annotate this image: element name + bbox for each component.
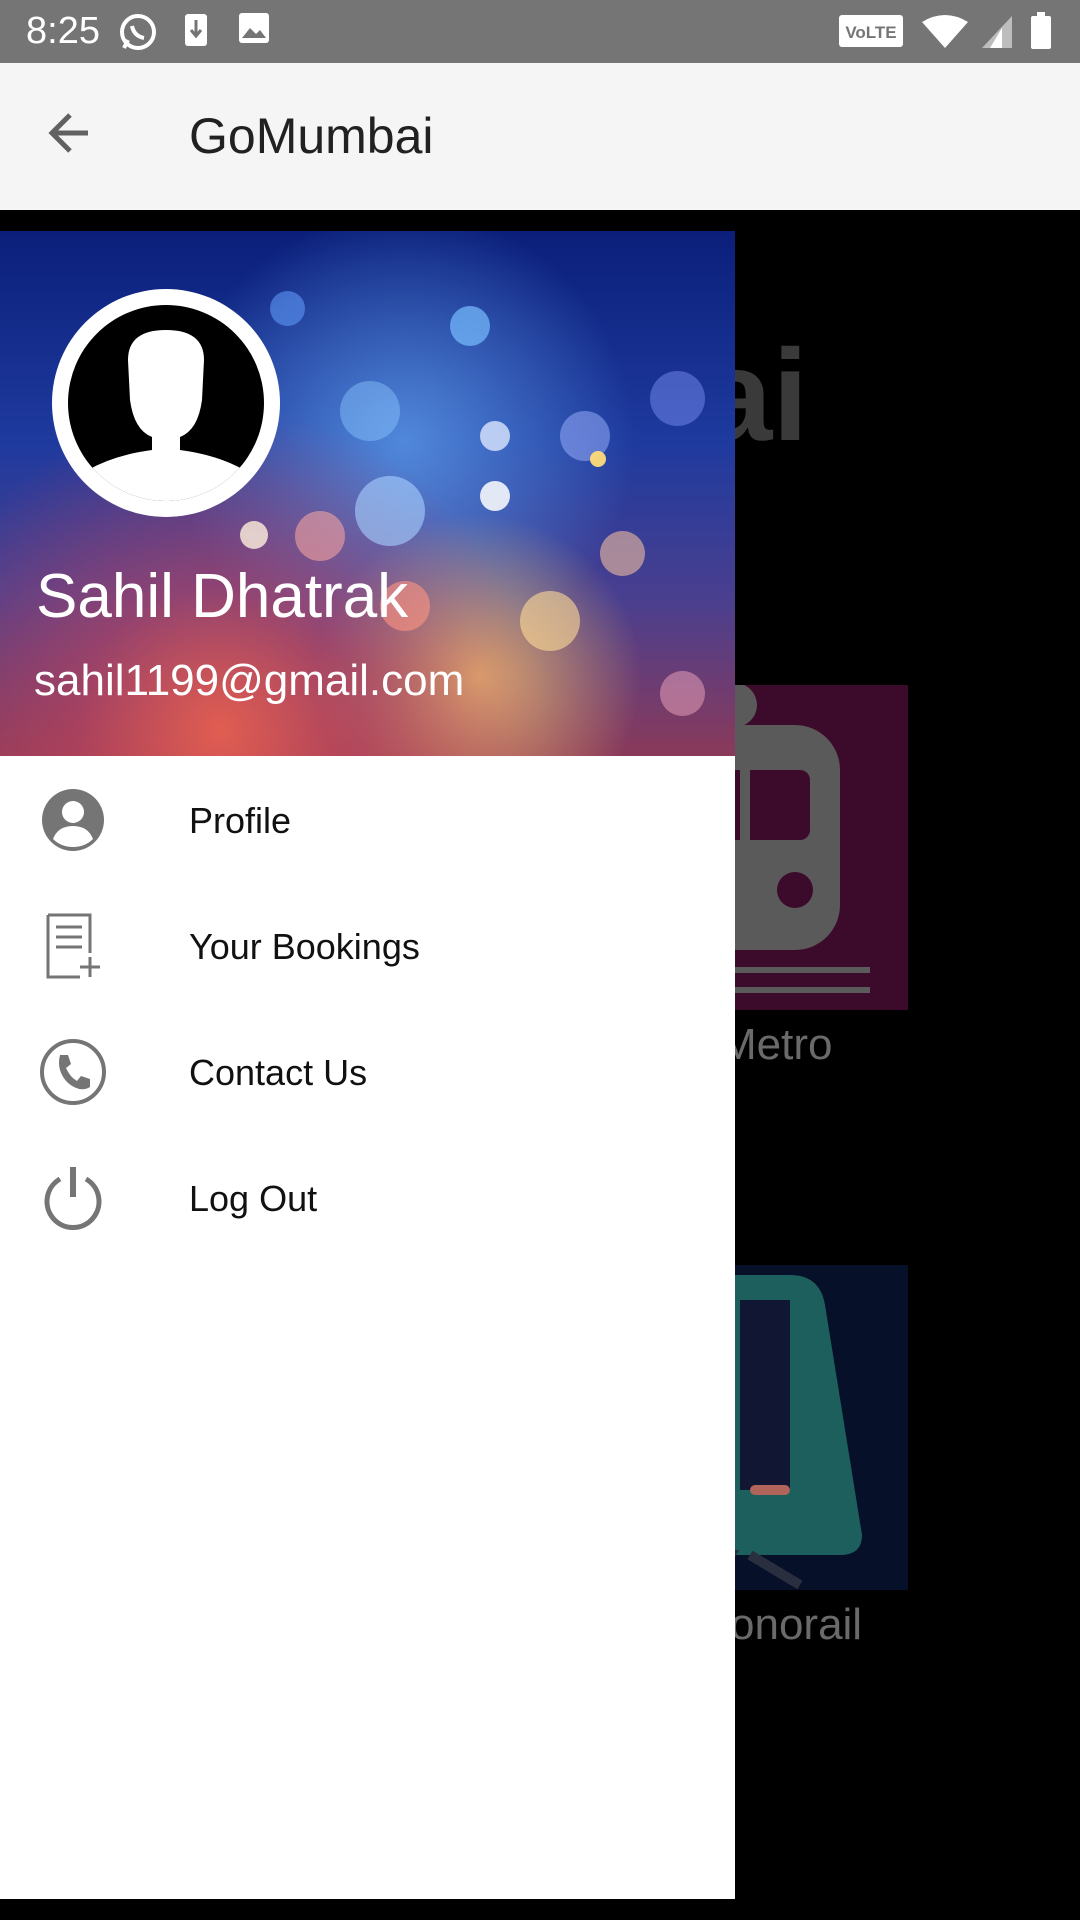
status-bar: 8:25 VoLTE — [0, 0, 1080, 63]
bokeh-light — [520, 591, 580, 651]
app-bar: GoMumbai — [0, 63, 1080, 210]
menu-item-label: Contact Us — [189, 1052, 368, 1093]
bokeh-light — [240, 521, 268, 549]
user-name: Sahil Dhatrak — [36, 562, 409, 631]
power-icon — [40, 1165, 106, 1231]
bokeh-light — [600, 531, 645, 576]
wifi-icon — [920, 14, 970, 55]
bokeh-light — [355, 476, 425, 546]
bokeh-light — [295, 511, 345, 561]
account-circle-icon — [40, 787, 106, 853]
bokeh-light — [650, 371, 705, 426]
menu-item-profile[interactable]: Profile — [0, 756, 735, 882]
app-title: GoMumbai — [189, 108, 434, 164]
download-icon — [183, 12, 209, 53]
image-icon — [238, 12, 270, 49]
volte-icon: VoLTE — [838, 14, 904, 53]
signal-icon — [980, 14, 1014, 55]
bokeh-light — [480, 421, 510, 451]
bokeh-light — [480, 481, 510, 511]
menu-item-label: Profile — [189, 800, 292, 841]
menu-item-log-out[interactable]: Log Out — [0, 1134, 735, 1260]
avatar[interactable] — [52, 289, 280, 517]
avatar-image — [68, 305, 264, 501]
user-email: sahil1199@gmail.com — [34, 656, 465, 705]
monorail-tile-label: onorail — [730, 1600, 863, 1649]
battery-icon — [1030, 12, 1052, 55]
drawer-header: Sahil Dhatrak sahil1199@gmail.com — [0, 231, 735, 756]
menu-item-label: Log Out — [189, 1178, 318, 1219]
document-add-icon — [40, 913, 106, 979]
bokeh-light — [450, 306, 490, 346]
menu-item-contact-us[interactable]: Contact Us — [0, 1008, 735, 1134]
menu-item-label: Your Bookings — [189, 926, 420, 967]
phone-icon — [40, 1039, 106, 1105]
menu-item-your-bookings[interactable]: Your Bookings — [0, 882, 735, 1008]
navigation-drawer: Sahil Dhatrak sahil1199@gmail.com Profil… — [0, 231, 735, 1899]
status-time: 8:25 — [26, 10, 100, 52]
whatsapp-icon — [118, 12, 158, 57]
bokeh-light — [660, 671, 705, 716]
user-silhouette-icon — [76, 330, 256, 501]
drawer-menu: Profile Your Bookings Contact Us Log Out — [0, 756, 735, 1260]
volte-text: VoLTE — [845, 23, 896, 42]
bokeh-light — [340, 381, 400, 441]
metro-tile-label: Metro — [720, 1020, 833, 1069]
back-button[interactable] — [40, 103, 100, 163]
bokeh-light — [270, 291, 305, 326]
arrow-back-icon — [48, 113, 88, 153]
bokeh-light — [590, 451, 606, 467]
